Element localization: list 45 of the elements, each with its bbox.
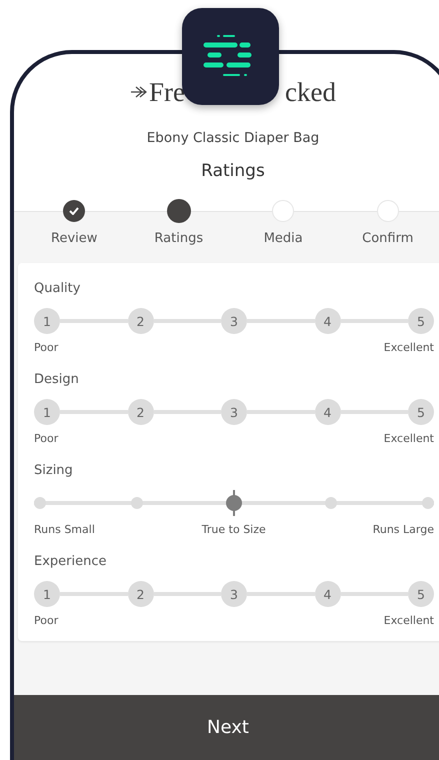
slider-stop	[34, 497, 46, 509]
rating-option[interactable]: 1	[34, 399, 60, 425]
scale-label: Poor	[34, 340, 58, 356]
step-label: Ratings	[154, 230, 204, 248]
step-indicator[interactable]	[63, 200, 86, 222]
slider-stop	[131, 497, 143, 509]
step-indicator[interactable]	[166, 199, 191, 223]
scale-label: Poor	[34, 613, 58, 629]
rating-option[interactable]: 5	[408, 308, 434, 334]
slider-stop	[325, 497, 337, 509]
rating-title: Sizing	[34, 462, 74, 480]
rating-option[interactable]: 3	[221, 581, 247, 607]
rating-option[interactable]: 4	[314, 308, 340, 334]
rating-title: Experience	[34, 553, 108, 571]
step-label: Review	[51, 230, 98, 248]
rating-option[interactable]: 2	[128, 399, 154, 425]
scale-label: Runs Small	[34, 522, 95, 538]
rating-option[interactable]: 4	[314, 399, 340, 425]
product-name: Ebony Classic Diaper Bag	[146, 129, 320, 148]
brand-name: cked	[285, 76, 336, 108]
scale-label: Excellent	[384, 340, 434, 356]
scale-label: Excellent	[384, 613, 434, 629]
rating-option[interactable]: 4	[314, 581, 340, 607]
arrow-icon	[130, 85, 148, 99]
rating-option[interactable]: 3	[221, 399, 247, 425]
scale-label: Runs Large	[372, 522, 434, 538]
rating-option[interactable]: 3	[221, 308, 247, 334]
checkmark-icon	[69, 207, 80, 215]
rating-title: Design	[34, 371, 80, 389]
brand-name: Fre	[149, 76, 186, 108]
scale-label: True to Size	[202, 522, 266, 538]
step-label: Media	[264, 230, 303, 248]
rating-option[interactable]: 2	[128, 308, 154, 334]
step-label: Confirm	[362, 230, 414, 248]
page-heading: Ratings	[200, 160, 266, 183]
slider-stop	[422, 497, 434, 509]
rating-option[interactable]: 1	[34, 581, 60, 607]
rating-option[interactable]: 5	[408, 399, 434, 425]
next-button[interactable]: Next	[14, 695, 439, 760]
rating-option[interactable]: 2	[128, 581, 154, 607]
rating-option[interactable]: 1	[34, 308, 60, 334]
rating-option[interactable]: 5	[408, 581, 434, 607]
rating-title: Quality	[34, 280, 82, 298]
scale-label: Excellent	[384, 431, 434, 447]
scale-label: Poor	[34, 431, 58, 447]
